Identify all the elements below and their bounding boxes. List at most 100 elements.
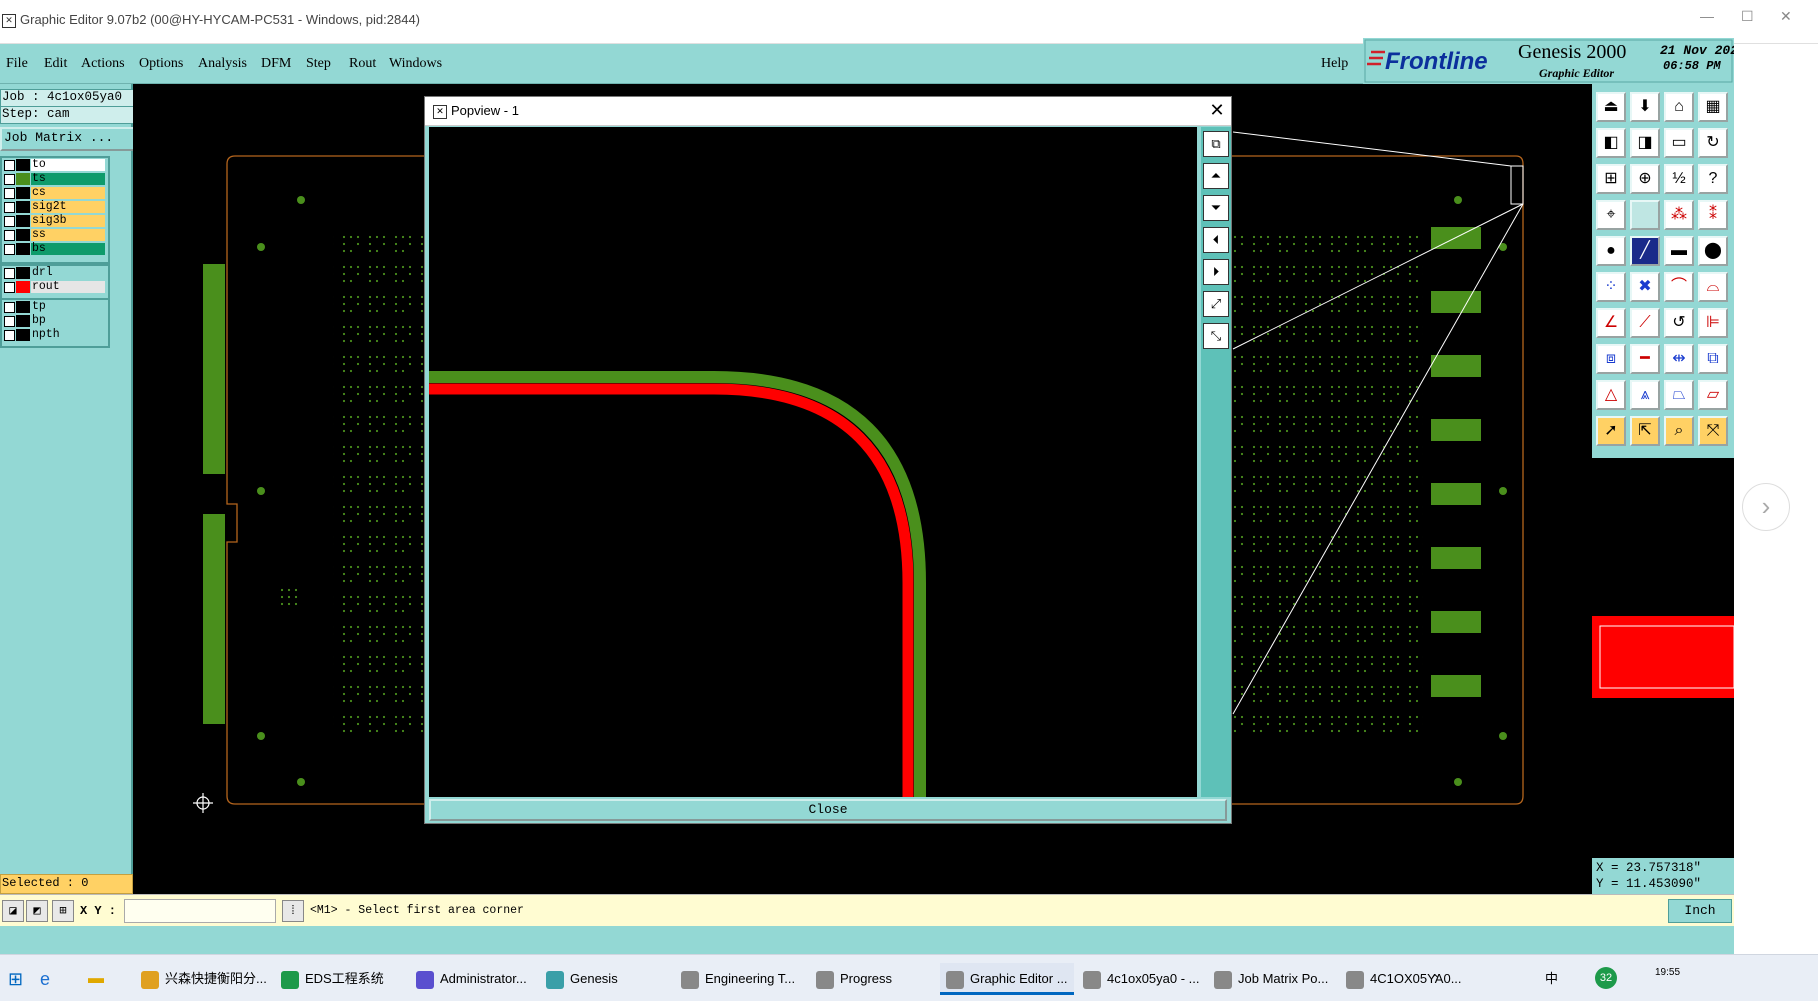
layer-name[interactable]: cs bbox=[31, 187, 105, 199]
layer-row-npth[interactable]: npth bbox=[2, 328, 108, 342]
layer-name[interactable]: tp bbox=[31, 301, 105, 313]
taskbar-item[interactable]: Graphic Editor ... bbox=[940, 963, 1074, 995]
taskbar-item[interactable]: 4C1OX05YA0... bbox=[1340, 963, 1468, 995]
tool-shapes-icon[interactable]: ⧉ bbox=[1698, 344, 1728, 374]
layer-checkbox[interactable] bbox=[4, 216, 15, 227]
tool-cross-icon[interactable]: ✖ bbox=[1630, 272, 1660, 302]
layer-color-swatch[interactable] bbox=[16, 229, 30, 241]
tool-line-icon[interactable]: ╱ bbox=[1630, 236, 1660, 266]
tool-home-icon[interactable]: ⏏ bbox=[1596, 92, 1626, 122]
layer-checkbox[interactable] bbox=[4, 160, 15, 171]
layer-row-drl[interactable]: drl bbox=[2, 266, 108, 280]
units-selector[interactable]: Inch bbox=[1668, 899, 1732, 923]
menu-options[interactable]: Options bbox=[139, 56, 183, 72]
popview-fit-icon[interactable]: ⧉ bbox=[1203, 131, 1229, 157]
taskbar-item[interactable]: Administrator... bbox=[410, 963, 533, 995]
layer-row-bp[interactable]: bp bbox=[2, 314, 108, 328]
maximize-button[interactable]: ☐ bbox=[1741, 8, 1754, 25]
tool-triangle2-icon[interactable]: ⩓ bbox=[1630, 380, 1660, 410]
layer-checkbox[interactable] bbox=[4, 230, 15, 241]
menu-file[interactable]: File bbox=[6, 56, 28, 72]
close-button[interactable]: ✕ bbox=[1780, 8, 1792, 25]
status-tool2-icon[interactable]: ◩ bbox=[26, 900, 48, 922]
menu-actions[interactable]: Actions bbox=[81, 56, 125, 72]
browser-icon[interactable]: e bbox=[40, 963, 50, 995]
tool-bar-icon[interactable]: ▬ bbox=[1664, 236, 1694, 266]
job-matrix-button[interactable]: Job Matrix ... bbox=[0, 127, 136, 151]
layer-checkbox[interactable] bbox=[4, 174, 15, 185]
tool-triangle-icon[interactable]: △ bbox=[1596, 380, 1626, 410]
layer-row-ss[interactable]: ss bbox=[2, 228, 108, 242]
tray-chevron-icon[interactable]: ⌃ bbox=[1430, 963, 1440, 995]
taskbar-item[interactable]: 4c1ox05ya0 - ... bbox=[1077, 963, 1206, 995]
menu-windows[interactable]: Windows bbox=[389, 56, 442, 72]
menu-dfm[interactable]: DFM bbox=[261, 56, 291, 72]
layer-color-swatch[interactable] bbox=[16, 301, 30, 313]
popview-left-icon[interactable]: ⏴ bbox=[1203, 227, 1229, 253]
layer-color-swatch[interactable] bbox=[16, 329, 30, 341]
layer-color-swatch[interactable] bbox=[16, 243, 30, 255]
layer-checkbox[interactable] bbox=[4, 202, 15, 213]
tool-arc-icon[interactable]: ⌒ bbox=[1664, 272, 1694, 302]
minimize-button[interactable]: — bbox=[1700, 8, 1714, 24]
tool-pan-right-icon[interactable]: ◨ bbox=[1630, 128, 1660, 158]
taskbar-item[interactable]: Engineering T... bbox=[675, 963, 801, 995]
tool-slope-icon[interactable]: ⟋ bbox=[1630, 308, 1660, 338]
layer-row-ts[interactable]: ts bbox=[2, 172, 108, 186]
layer-row-tp[interactable]: tp bbox=[2, 300, 108, 314]
status-info-icon[interactable]: ⁞ bbox=[282, 900, 304, 922]
popview-down-icon[interactable]: ⏷ bbox=[1203, 195, 1229, 221]
layer-name[interactable]: npth bbox=[31, 329, 105, 341]
menu-edit[interactable]: Edit bbox=[44, 56, 67, 72]
layer-checkbox[interactable] bbox=[4, 302, 15, 313]
layer-color-swatch[interactable] bbox=[16, 267, 30, 279]
tool-net2-icon[interactable]: ⁑ bbox=[1698, 200, 1728, 230]
tool-dot-icon[interactable]: ⬤ bbox=[1698, 236, 1728, 266]
tool-select-icon[interactable]: ➚ bbox=[1596, 416, 1626, 446]
layer-row-cs[interactable]: cs bbox=[2, 186, 108, 200]
folder-icon[interactable]: ▬ bbox=[88, 963, 104, 995]
tool-trapezoid2-icon[interactable]: ⏥ bbox=[1698, 380, 1728, 410]
tool-arc2-icon[interactable]: ⌓ bbox=[1698, 272, 1728, 302]
popview-close-button[interactable]: Close bbox=[429, 799, 1227, 821]
layer-checkbox[interactable] bbox=[4, 330, 15, 341]
layer-row-bs[interactable]: bs bbox=[2, 242, 108, 256]
popview-zoom-out-icon[interactable]: ⤡ bbox=[1203, 323, 1229, 349]
tool-span-icon[interactable]: ⇹ bbox=[1664, 344, 1694, 374]
layer-checkbox[interactable] bbox=[4, 282, 15, 293]
notification-badge[interactable]: 32 bbox=[1595, 967, 1617, 989]
popview-close-x-button[interactable]: ✕ bbox=[1205, 99, 1229, 123]
popview-canvas[interactable] bbox=[429, 127, 1197, 797]
tool-angle-icon[interactable]: ∠ bbox=[1596, 308, 1626, 338]
layer-name[interactable]: bp bbox=[31, 315, 105, 327]
start-icon[interactable]: ⊞ bbox=[8, 963, 23, 995]
layer-color-swatch[interactable] bbox=[16, 215, 30, 227]
layer-name[interactable]: ss bbox=[31, 229, 105, 241]
taskbar-item[interactable]: EDS工程系统 bbox=[275, 963, 390, 995]
menu-step[interactable]: Step bbox=[306, 56, 331, 72]
tool-route-icon[interactable]: ⊫ bbox=[1698, 308, 1728, 338]
layer-color-swatch[interactable] bbox=[16, 315, 30, 327]
status-grid-icon[interactable]: ⊞ bbox=[52, 900, 74, 922]
tool-select4-icon[interactable]: ⤧ bbox=[1698, 416, 1728, 446]
menu-help[interactable]: Help bbox=[1321, 56, 1348, 72]
layer-color-swatch[interactable] bbox=[16, 187, 30, 199]
tool-measure-icon[interactable]: ⌖ bbox=[1596, 200, 1626, 230]
tool-help-icon[interactable]: ? bbox=[1698, 164, 1728, 194]
layer-name[interactable]: bs bbox=[31, 243, 105, 255]
popview-zoom-in-icon[interactable]: ⤢ bbox=[1203, 291, 1229, 317]
clock[interactable]: 19:55 bbox=[1655, 957, 1680, 989]
layer-name[interactable]: ts bbox=[31, 173, 105, 185]
layer-name[interactable]: rout bbox=[31, 281, 105, 293]
tool-grid-icon[interactable]: ▦ bbox=[1698, 92, 1728, 122]
tool-connect-icon[interactable]: ⧈ bbox=[1596, 344, 1626, 374]
taskbar-item[interactable]: Progress bbox=[810, 963, 898, 995]
popview-up-icon[interactable]: ⏶ bbox=[1203, 163, 1229, 189]
layer-color-swatch[interactable] bbox=[16, 159, 30, 171]
xy-input[interactable] bbox=[124, 899, 276, 923]
tool-scale-icon[interactable]: ½ bbox=[1664, 164, 1694, 194]
layer-color-swatch[interactable] bbox=[16, 201, 30, 213]
taskbar-item[interactable]: Job Matrix Po... bbox=[1208, 963, 1334, 995]
tool-house-icon[interactable]: ⌂ bbox=[1664, 92, 1694, 122]
tool-minus-icon[interactable]: ━ bbox=[1630, 344, 1660, 374]
